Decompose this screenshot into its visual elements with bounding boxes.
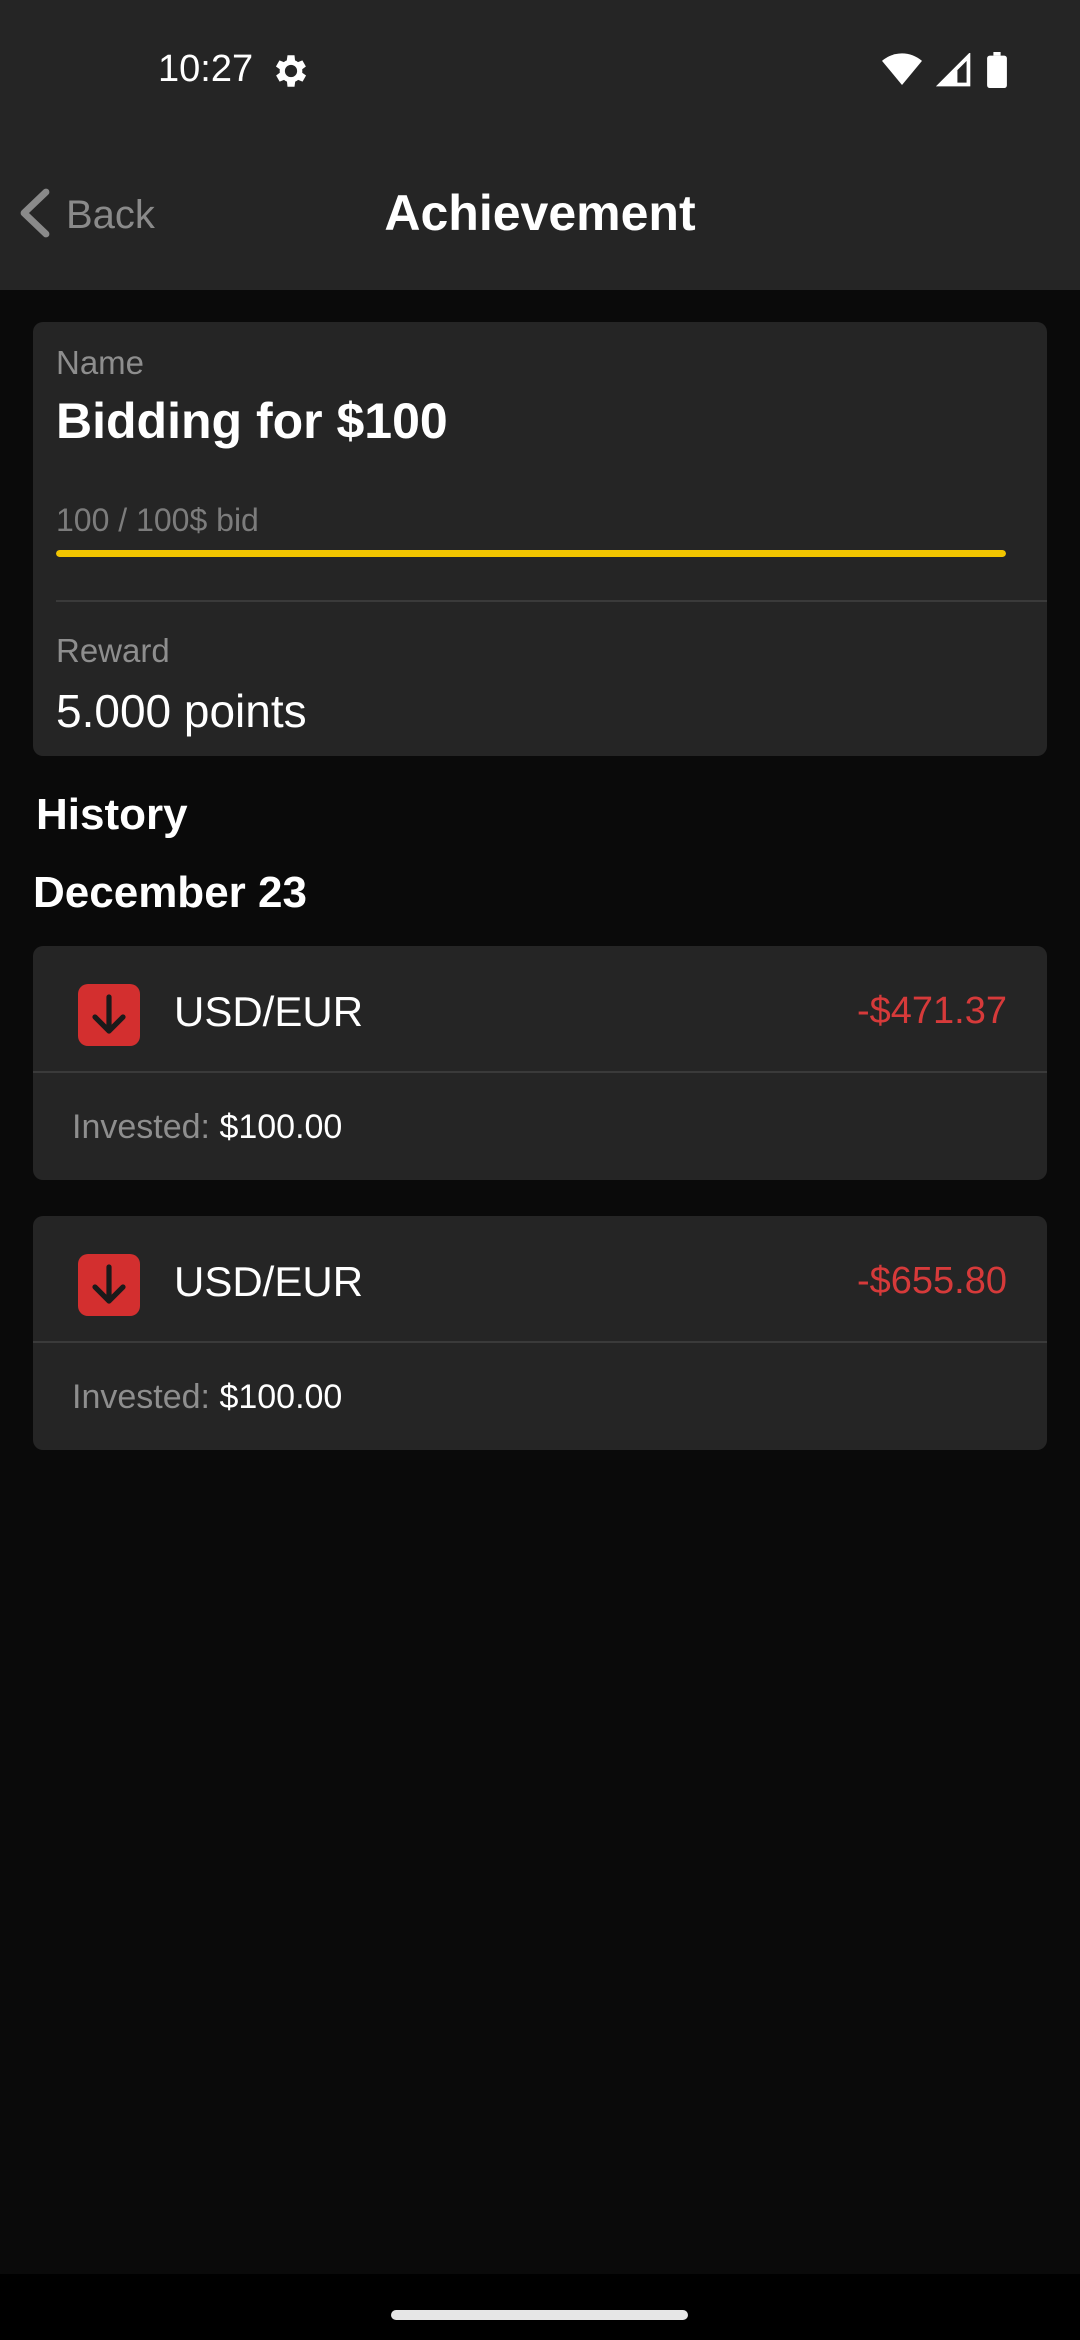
progress-text: 100 / 100$ bid [56, 502, 259, 538]
settings-gear-icon [270, 50, 312, 92]
divider [56, 600, 1047, 602]
top-app-bar: Back Achievement [0, 140, 1080, 290]
page-title: Achievement [384, 185, 696, 241]
trade-card[interactable]: USD/EUR -$471.37 Invested: $100.00 [33, 946, 1047, 1180]
invested-value: $100.00 [219, 1108, 343, 1146]
progress-bar [56, 550, 1006, 557]
trade-pair: USD/EUR [174, 1258, 364, 1305]
status-icons [882, 51, 1008, 93]
invested-label: Invested: [72, 1378, 210, 1416]
invested-value: $100.00 [219, 1378, 343, 1416]
trade-pnl: -$471.37 [856, 990, 1007, 1032]
achievement-card: Name Bidding for $100 100 / 100$ bid Rew… [33, 322, 1047, 756]
invested-row: Invested: $100.00 [72, 1378, 342, 1417]
status-time: 10:27 [158, 48, 254, 90]
name-label: Name [56, 344, 145, 381]
divider [33, 1341, 1047, 1343]
cellular-signal-icon [935, 51, 972, 92]
home-gesture-handle[interactable] [391, 2310, 688, 2320]
arrow-down-icon [78, 984, 140, 1046]
reward-label: Reward [56, 632, 170, 669]
history-date: December 23 [33, 868, 307, 917]
invested-row: Invested: $100.00 [72, 1108, 342, 1147]
status-bar: 10:27 [0, 0, 1080, 140]
achievement-name: Bidding for $100 [56, 393, 448, 449]
trade-pair: USD/EUR [174, 988, 364, 1035]
achievement-screen: 10:27 Back Achievement Name Bidding for … [0, 0, 1080, 2340]
invested-label: Invested: [72, 1108, 210, 1146]
divider [33, 1071, 1047, 1073]
trade-card[interactable]: USD/EUR -$655.80 Invested: $100.00 [33, 1216, 1047, 1450]
arrow-down-icon [78, 1254, 140, 1316]
history-title: History [36, 790, 188, 839]
reward-value: 5.000 points [56, 685, 307, 737]
wifi-icon [882, 53, 922, 92]
progress-bar-fill [56, 550, 1006, 557]
trade-pnl: -$655.80 [856, 1260, 1007, 1302]
system-nav-bar [0, 2274, 1080, 2340]
battery-icon [986, 52, 1008, 93]
